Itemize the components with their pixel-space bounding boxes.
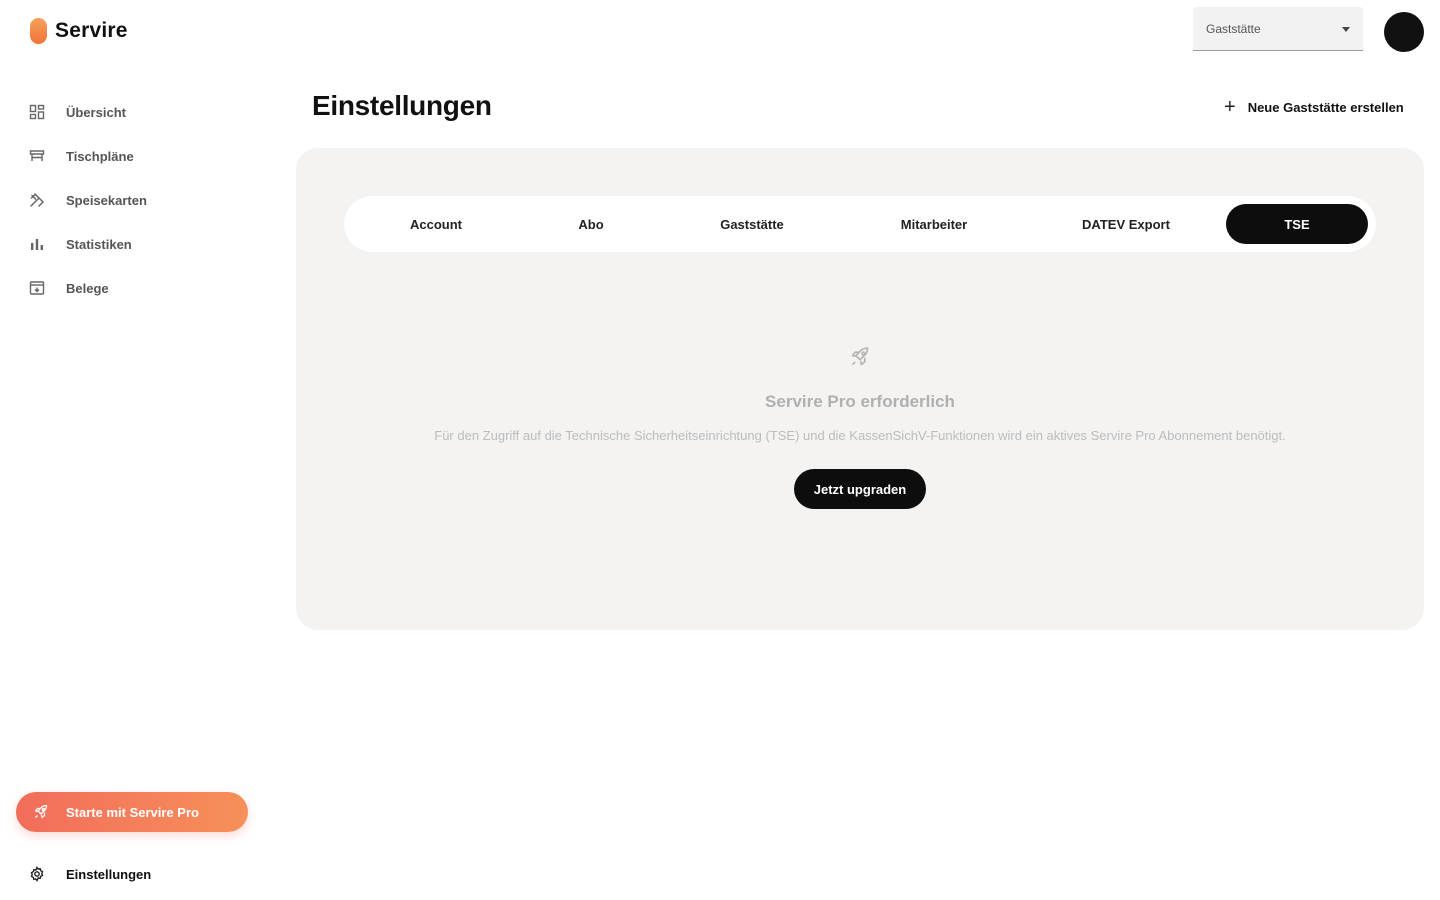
tab-abo[interactable]: Abo: [516, 204, 666, 244]
tab-account[interactable]: Account: [356, 204, 516, 244]
new-venue-button[interactable]: + Neue Gaststätte erstellen: [1224, 96, 1404, 118]
sidebar-item-label: Einstellungen: [66, 866, 152, 882]
main-nav: Übersicht Tischpläne Speisekarten Statis…: [28, 90, 248, 310]
plus-icon: +: [1224, 96, 1236, 118]
settings-tabs: Account Abo Gaststätte Mitarbeiter DATEV…: [344, 196, 1376, 252]
venue-select-value: Gaststätte: [1206, 21, 1261, 36]
empty-state-description: Für den Zugriff auf die Technische Siche…: [434, 428, 1286, 443]
table-icon: [28, 147, 46, 165]
new-venue-label: Neue Gaststätte erstellen: [1247, 99, 1404, 115]
avatar[interactable]: [1384, 12, 1424, 52]
logo-mark-icon: [30, 18, 47, 44]
pro-required-state: Servire Pro erforderlich Für den Zugriff…: [296, 346, 1424, 509]
bar-chart-icon: [28, 235, 46, 253]
sidebar-item-speisekarten[interactable]: Speisekarten: [28, 178, 248, 222]
settings-panel: Account Abo Gaststätte Mitarbeiter DATEV…: [296, 148, 1424, 630]
tab-tse[interactable]: TSE: [1226, 204, 1368, 244]
venue-select[interactable]: Gaststätte: [1193, 7, 1363, 51]
sidebar-item-label: Tischpläne: [66, 148, 134, 164]
page-title: Einstellungen: [312, 90, 492, 121]
app-logo[interactable]: Servire: [30, 18, 128, 44]
rocket-icon: [849, 346, 871, 368]
upgrade-button[interactable]: Jetzt upgraden: [794, 469, 926, 509]
start-pro-label: Starte mit Servire Pro: [66, 804, 199, 820]
dashboard-icon: [28, 103, 46, 121]
sidebar-item-tischplaene[interactable]: Tischpläne: [28, 134, 248, 178]
sidebar: Servire Übersicht Tischpläne Speisekarte…: [0, 0, 264, 900]
tab-gaststaette[interactable]: Gaststätte: [666, 204, 838, 244]
sidebar-item-belege[interactable]: Belege: [28, 266, 248, 310]
sidebar-item-uebersicht[interactable]: Übersicht: [28, 90, 248, 134]
empty-state-title: Servire Pro erforderlich: [765, 392, 955, 411]
receipt-archive-icon: [28, 279, 46, 297]
app-name: Servire: [55, 19, 128, 42]
sidebar-item-label: Speisekarten: [66, 192, 147, 208]
rocket-icon: [32, 803, 50, 821]
tab-datev-export[interactable]: DATEV Export: [1030, 204, 1222, 244]
utensils-icon: [28, 191, 46, 209]
tab-mitarbeiter[interactable]: Mitarbeiter: [838, 204, 1030, 244]
sidebar-item-label: Übersicht: [66, 104, 126, 120]
sidebar-item-einstellungen[interactable]: Einstellungen: [28, 852, 151, 896]
start-pro-button[interactable]: Starte mit Servire Pro: [16, 792, 248, 832]
sidebar-item-label: Belege: [66, 280, 109, 296]
gear-icon: [28, 865, 46, 883]
caret-down-icon: [1342, 27, 1350, 32]
sidebar-item-statistiken[interactable]: Statistiken: [28, 222, 248, 266]
sidebar-item-label: Statistiken: [66, 236, 132, 252]
